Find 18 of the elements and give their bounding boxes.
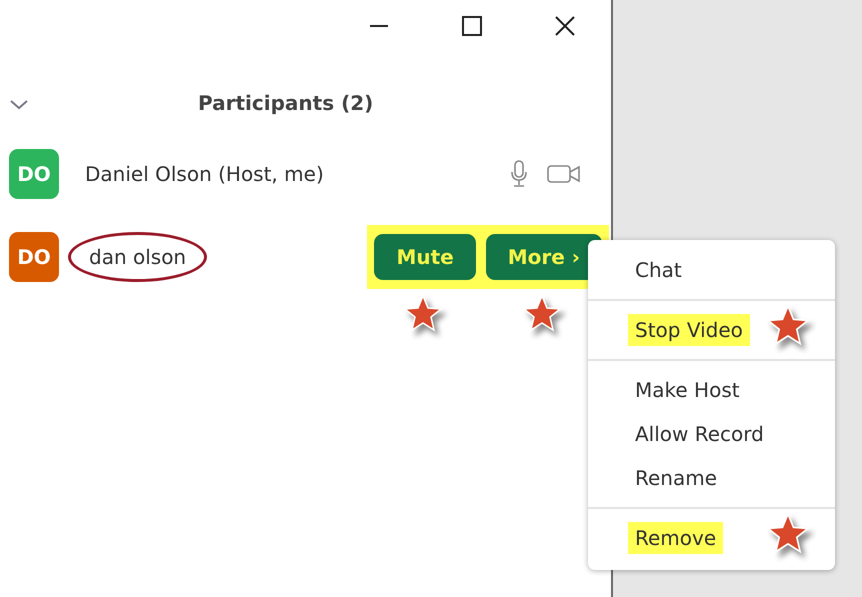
- panel-title: Participants (2): [198, 91, 374, 115]
- close-icon[interactable]: [554, 15, 576, 37]
- chevron-down-icon[interactable]: [10, 100, 28, 110]
- avatar: DO: [9, 149, 59, 199]
- avatar: DO: [9, 232, 59, 282]
- menu-item[interactable]: Chat: [628, 254, 689, 286]
- menu-item[interactable]: Remove: [628, 522, 724, 554]
- menu-item[interactable]: Make Host: [628, 374, 747, 406]
- participant-name: Daniel Olson (Host, me): [85, 162, 324, 186]
- action-button[interactable]: More ›: [486, 234, 602, 280]
- maximize-icon[interactable]: [461, 15, 483, 37]
- menu-item[interactable]: Rename: [628, 462, 724, 494]
- menu-item[interactable]: Allow Record: [628, 418, 771, 450]
- participant-name: dan olson: [68, 232, 208, 282]
- video-camera-icon[interactable]: [547, 163, 581, 185]
- microphone-icon[interactable]: [509, 159, 529, 189]
- menu-item[interactable]: Stop Video: [628, 314, 750, 346]
- action-button[interactable]: Mute: [374, 234, 476, 280]
